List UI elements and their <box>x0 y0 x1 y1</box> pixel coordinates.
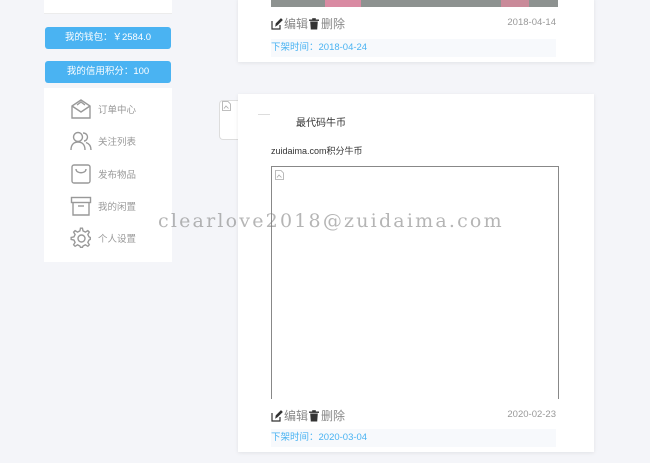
edit-icon <box>271 409 283 422</box>
box-icon <box>70 196 92 216</box>
trash-icon <box>309 17 320 29</box>
item-card: 编辑 删除 2018-04-14 下架时间：2018-04-24 <box>238 0 594 62</box>
sidebar-item-follows[interactable]: 关注列表 <box>70 126 170 156</box>
sidebar-item-label: 个人设置 <box>98 234 137 245</box>
card-actions: 编辑 删除 <box>271 15 345 32</box>
card-actions: 编辑 删除 <box>271 407 345 424</box>
order-icon <box>71 99 91 119</box>
item-image <box>271 0 558 7</box>
delete-button[interactable]: 删除 <box>308 15 345 32</box>
edit-icon <box>271 17 283 30</box>
item-card: 最代码牛币 zuidaima.com积分牛币 编辑 删除 2020-02-23 … <box>238 94 594 452</box>
edit-button[interactable]: 编辑 <box>271 15 308 32</box>
broken-image-icon <box>222 101 231 111</box>
bag-icon <box>71 164 91 184</box>
sidebar-item-label: 我的闲置 <box>98 202 137 213</box>
users-icon <box>70 131 92 151</box>
sidebar-item-label: 发布物品 <box>98 170 137 181</box>
item-description: zuidaima.com积分牛币 <box>271 146 363 156</box>
sidebar-item-orders[interactable]: 订单中心 <box>70 94 170 124</box>
avatar <box>258 114 270 115</box>
wallet-button[interactable]: 我的钱包：￥2584.0 <box>45 27 171 49</box>
watermark: clearlove2018@zuidaima.com <box>158 210 504 232</box>
sidebar-item-idle[interactable]: 我的闲置 <box>70 191 170 221</box>
item-image[interactable] <box>271 166 559 399</box>
offline-time: 下架时间：2018-04-24 <box>271 39 556 57</box>
publish-date: 2018-04-14 <box>507 17 556 28</box>
sidebar-item-label: 关注列表 <box>98 137 137 148</box>
publish-date: 2020-02-23 <box>507 409 556 420</box>
edit-button[interactable]: 编辑 <box>271 407 308 424</box>
sidebar-profile-card <box>44 0 172 14</box>
sidebar-item-label: 订单中心 <box>98 105 137 116</box>
trash-icon <box>309 409 320 421</box>
sidebar-item-settings[interactable]: 个人设置 <box>70 223 170 253</box>
sidebar-menu: 订单中心 关注列表 发布物品 我的闲置 个人设置 <box>44 88 172 262</box>
broken-image-icon <box>275 170 284 180</box>
credit-score-button[interactable]: 我的信用积分：100 <box>45 61 171 83</box>
offline-time: 下架时间：2020-03-04 <box>271 429 556 447</box>
delete-button[interactable]: 删除 <box>308 407 345 424</box>
gear-icon <box>70 227 91 248</box>
item-title[interactable]: 最代码牛币 <box>296 114 346 129</box>
sidebar-item-publish[interactable]: 发布物品 <box>70 159 170 189</box>
